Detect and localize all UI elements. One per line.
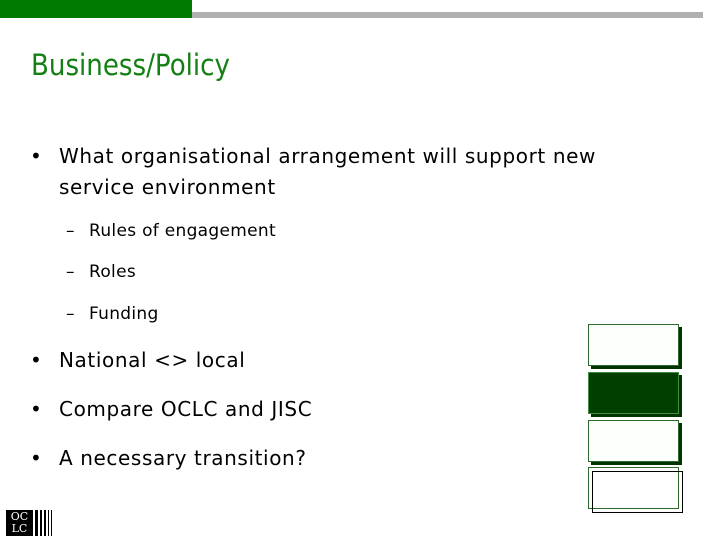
decorative-box-inner-outline (592, 471, 683, 513)
decorative-box-outline (588, 467, 683, 513)
bullet-icon: • (30, 348, 43, 372)
decorative-box-dark (588, 372, 679, 414)
bullet-text: Compare OCLC and JISC (59, 397, 313, 421)
dash-icon: – (66, 304, 75, 324)
bullet-text: What organisational arrangement will sup… (59, 144, 596, 168)
dash-icon: – (66, 262, 75, 282)
slide-title: Business/Policy (31, 48, 230, 82)
sub-bullet-text: Rules of engagement (89, 221, 276, 241)
sub-bullet-text: Roles (89, 262, 136, 282)
bullet-text: service environment (59, 175, 276, 199)
sub-bullet-text: Funding (89, 304, 159, 324)
dash-icon: – (66, 221, 75, 241)
bullet-icon: • (30, 397, 43, 421)
oclc-logo-mark: OC LC (6, 510, 33, 536)
header-rule (192, 12, 703, 18)
oclc-logo-line2: LC (11, 522, 28, 535)
bullet-text: National <> local (59, 348, 246, 372)
bullet-icon: • (30, 144, 43, 168)
logo-bar (44, 510, 46, 536)
decorative-box-light (588, 420, 679, 462)
logo-bar (40, 510, 42, 536)
logo-bar (35, 510, 38, 536)
logo-bar (51, 510, 52, 536)
bullet-text: A necessary transition? (59, 446, 307, 470)
decorative-box-light (588, 324, 679, 366)
bullet-icon: • (30, 446, 43, 470)
oclc-logo: OC LC (6, 510, 54, 536)
header-accent-bar (0, 0, 192, 18)
logo-bar (48, 510, 49, 536)
